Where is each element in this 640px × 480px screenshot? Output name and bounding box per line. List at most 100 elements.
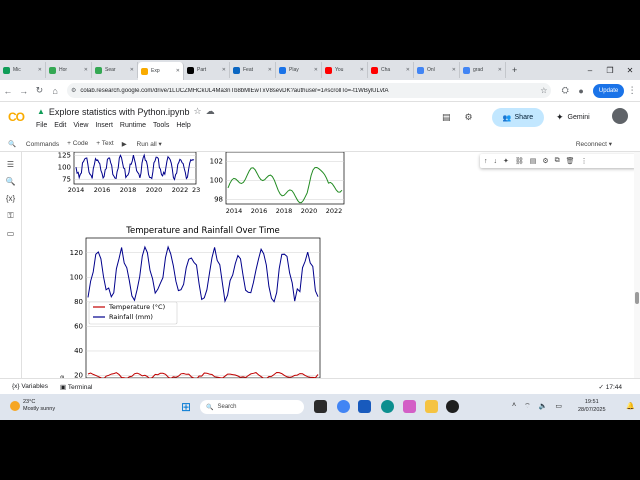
profile-icon[interactable]: ● (573, 86, 589, 96)
menu-item-tools[interactable]: Tools (153, 122, 169, 129)
people-icon: 👥 (502, 114, 512, 122)
word-icon[interactable] (358, 400, 371, 413)
forward-icon[interactable]: → (16, 86, 32, 96)
file-explorer-icon[interactable] (425, 400, 438, 413)
tab-close-icon[interactable]: ✕ (130, 67, 134, 73)
browser-tab[interactable]: grad ✕ (460, 62, 506, 78)
gemini-icon: ✦ (556, 112, 564, 122)
taskbar-search-input[interactable]: 🔍 Search (200, 400, 304, 414)
sparkle-icon[interactable]: ✦ (503, 157, 509, 165)
browser-tab[interactable]: Play ✕ (276, 62, 322, 78)
chart-2-legend-label: Rainfall (mm) (109, 313, 153, 321)
browser-tab[interactable]: Exp ✕ (138, 62, 184, 80)
add-code-button[interactable]: + Code (67, 140, 88, 147)
browser-tab[interactable]: You ✕ (322, 62, 368, 78)
notifications-icon[interactable]: 🔔 (626, 402, 635, 410)
menu-item-view[interactable]: View (73, 122, 88, 129)
browser-tab[interactable]: Mic ✕ (0, 62, 46, 78)
notebook-title-text[interactable]: Explore statistics with Python.ipynb (49, 107, 190, 117)
favicon-icon (141, 67, 148, 75)
variables-icon[interactable]: {x} (6, 194, 15, 203)
site-info-icon[interactable]: ⚙ (71, 87, 76, 94)
new-tab-button[interactable]: + (512, 65, 517, 75)
menu-item-file[interactable]: File (36, 122, 47, 129)
task-view-icon[interactable] (314, 400, 327, 413)
weather-text: 23°C Mostly sunny (23, 399, 55, 413)
browser-tab[interactable]: Onl ✕ (414, 62, 460, 78)
tab-close-icon[interactable]: ✕ (38, 67, 42, 73)
menu-item-help[interactable]: Help (176, 122, 190, 129)
url-input[interactable]: ⚙ colab.research.google.com/drive/1LUCZM… (67, 83, 552, 98)
minimize-icon[interactable]: – (580, 66, 600, 75)
extensions-icon[interactable]: ⛭ (557, 85, 573, 96)
weather-widget[interactable]: 23°C Mostly sunny (10, 399, 55, 413)
chevron-up-icon[interactable]: ˄ (512, 402, 516, 411)
colab-logo[interactable]: CO (8, 110, 25, 124)
edge-icon[interactable] (381, 400, 394, 413)
files-icon[interactable]: ▭ (7, 229, 15, 238)
tab-close-icon[interactable]: ✕ (314, 67, 318, 73)
tab-close-icon[interactable]: ✕ (406, 67, 410, 73)
run-all-button[interactable]: ▶ Run all ▾ (122, 140, 162, 148)
cloud-icon[interactable]: ☁ (206, 106, 215, 117)
delete-icon[interactable]: 🗑 (566, 157, 575, 165)
browser-tab[interactable]: Hor ✕ (46, 62, 92, 78)
scrollbar[interactable] (634, 152, 640, 378)
menu-item-edit[interactable]: Edit (54, 122, 66, 129)
browser-tab[interactable]: Part ✕ (184, 62, 230, 78)
photos-icon[interactable] (403, 400, 416, 413)
reconnect-button[interactable]: Reconnect ▾ (568, 140, 612, 148)
tab-close-icon[interactable]: ✕ (176, 68, 180, 74)
back-icon[interactable]: ← (0, 86, 16, 96)
comment-icon[interactable]: ▤ (442, 112, 451, 123)
commands-button[interactable]: 🔍 Commands (8, 140, 59, 148)
variables-button[interactable]: {x} Variables (12, 383, 48, 390)
maximize-icon[interactable]: ❐ (600, 66, 620, 75)
home-icon[interactable]: ⌂ (47, 86, 63, 96)
move-up-icon[interactable]: ↑ (484, 158, 488, 165)
menu-item-runtime[interactable]: Runtime (120, 122, 146, 129)
add-text-button[interactable]: + Text (96, 140, 113, 147)
chrome-icon[interactable] (337, 400, 350, 413)
secrets-icon[interactable]: ⚿ (7, 211, 13, 221)
tab-close-icon[interactable]: ✕ (498, 67, 502, 73)
start-icon[interactable]: ⊞ (181, 401, 191, 413)
taskbar-clock[interactable]: 19:51 28/07/2025 (578, 398, 606, 414)
terminal-button[interactable]: ▣ Terminal (60, 383, 92, 391)
menu-item-insert[interactable]: Insert (95, 122, 113, 129)
settings-icon[interactable]: ⚙ (465, 112, 473, 123)
browser-tab[interactable]: Cha ✕ (368, 62, 414, 78)
reload-icon[interactable]: ↻ (32, 85, 48, 96)
comment-cell-icon[interactable]: ▤ (530, 157, 537, 165)
browser-tab[interactable]: Sear ✕ (92, 62, 138, 78)
more-menu-icon[interactable]: ⋮ (624, 85, 640, 96)
wifi-icon[interactable]: ⌔ (524, 402, 531, 411)
clock-date: 28/07/2025 (578, 407, 606, 413)
move-down-icon[interactable]: ↓ (494, 158, 498, 165)
scroll-thumb[interactable] (635, 292, 639, 304)
share-button[interactable]: 👥 Share (492, 108, 544, 127)
star-icon[interactable]: ☆ (194, 106, 202, 117)
tab-title: Part (197, 67, 207, 73)
tab-close-icon[interactable]: ✕ (360, 67, 364, 73)
find-icon[interactable]: 🔍 (6, 177, 16, 186)
gemini-button[interactable]: ✦ Gemini (556, 112, 590, 123)
tab-close-icon[interactable]: ✕ (222, 67, 226, 73)
media-player-icon[interactable] (446, 400, 459, 413)
volume-icon[interactable]: 🔈 (539, 402, 548, 411)
runtime-status[interactable]: ✓ 17:44 (598, 383, 622, 391)
cell-more-icon[interactable]: ⋮ (581, 157, 588, 165)
tab-close-icon[interactable]: ✕ (84, 67, 88, 73)
link-icon[interactable]: ⛓ (515, 157, 524, 165)
tab-close-icon[interactable]: ✕ (452, 67, 456, 73)
avatar[interactable] (612, 108, 628, 124)
close-icon[interactable]: ✕ (620, 66, 640, 75)
browser-tab[interactable]: Feat ✕ (230, 62, 276, 78)
update-button[interactable]: Update (592, 83, 625, 98)
mirror-icon[interactable]: ⧉ (555, 157, 560, 165)
cell-settings-icon[interactable]: ⚙ (542, 157, 548, 165)
battery-icon[interactable]: ▭ (555, 402, 562, 411)
tab-close-icon[interactable]: ✕ (268, 67, 272, 73)
toc-icon[interactable]: ☰ (7, 160, 14, 169)
bookmark-star-icon[interactable]: ☆ (540, 86, 547, 95)
